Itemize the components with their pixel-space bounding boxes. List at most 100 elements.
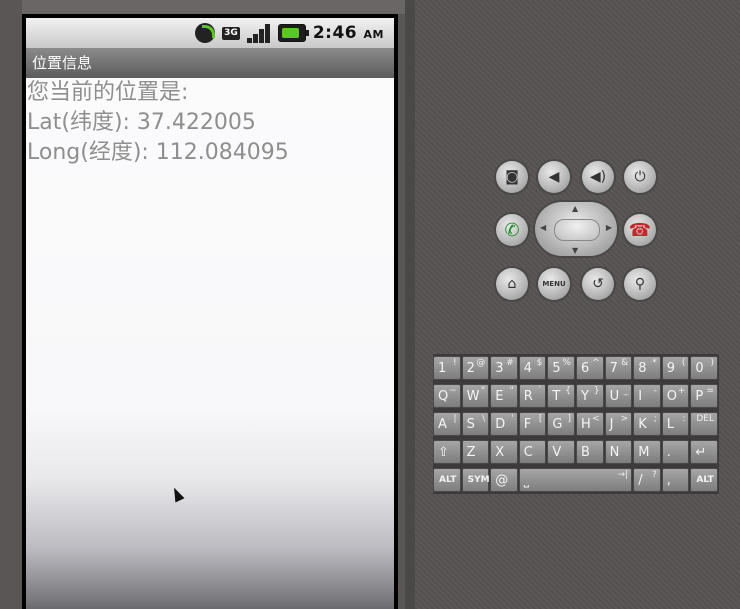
key-4-0-3[interactable]: 4 $ — [518, 356, 547, 380]
key-main-label: 4 — [523, 361, 533, 376]
power-icon: ⏻ — [634, 169, 646, 185]
key-alt-label: ) — [710, 358, 714, 368]
key-main-label: , — [666, 473, 671, 488]
key-main-label: A — [438, 417, 447, 432]
search-button[interactable]: ⚲ — [624, 268, 656, 300]
key-9-0-8[interactable]: 9( — [661, 356, 690, 380]
app-title: 位置信息 — [32, 54, 93, 72]
key-main-label: V — [552, 445, 562, 460]
key-n-3-6[interactable]: N — [604, 440, 633, 464]
key-main-label: O — [666, 389, 678, 404]
key-main-label: 7 — [609, 361, 618, 376]
key-e-1-2[interactable]: E " — [490, 384, 518, 408]
key-i-1-7[interactable]: I- — [633, 384, 661, 408]
key-symbol-3-8[interactable]: . — [661, 440, 690, 464]
key-d-2-2[interactable]: D ' — [490, 412, 518, 436]
key-k-2-7[interactable]: K; — [633, 412, 661, 436]
key-u-1-6[interactable]: U _ — [604, 384, 633, 408]
key-l-2-8[interactable]: L: — [661, 412, 690, 436]
camera-button[interactable]: ◙ — [496, 161, 528, 193]
key-alt-label: " — [481, 386, 486, 396]
dpad-up-icon: ▲ — [572, 204, 579, 213]
key-q-1-0[interactable]: Q ~ — [433, 384, 461, 408]
key-b-3-5[interactable]: B — [576, 440, 604, 464]
key-0-0-9[interactable]: 0) — [690, 356, 718, 380]
app-title-bar: 位置信息 — [26, 48, 394, 78]
phone-screen: 3G 2:46 AM 位置信息 您当前的位置是: Lat(纬度): 37.422… — [22, 14, 398, 609]
end-call-button[interactable]: ☎ — [624, 214, 656, 246]
key-main-label: 0 — [695, 361, 704, 376]
key-f-2-3[interactable]: F[ — [518, 412, 547, 436]
end-call-icon: ☎ — [628, 219, 652, 241]
key-alt-label: DEL — [696, 414, 714, 424]
call-button[interactable]: ✆ — [496, 214, 528, 246]
key-m-3-7[interactable]: M — [633, 440, 661, 464]
key-symbol-4-4[interactable]: /? — [633, 468, 661, 492]
key-r-1-3[interactable]: R ` — [518, 384, 547, 408]
key-o-1-8[interactable]: O + — [661, 384, 690, 408]
key-main-label: 9 — [666, 361, 676, 376]
dpad[interactable]: ▲ ▼ ◀ ▶ — [535, 202, 617, 256]
key-y-1-5[interactable]: Y} — [576, 384, 604, 408]
key-alt-4-6[interactable]: ALT — [690, 468, 718, 492]
key-5-0-4[interactable]: 5% — [547, 356, 575, 380]
key-8-0-7[interactable]: 8 * — [633, 356, 661, 380]
key-symbol-4-2[interactable]: @ — [490, 468, 518, 492]
key-symbol-4-5[interactable]: , — [661, 468, 690, 492]
key-6-0-5[interactable]: 6 ^ — [576, 356, 604, 380]
menu-button[interactable]: MENU — [538, 268, 570, 300]
home-button[interactable]: ⌂ — [496, 268, 528, 300]
battery-charging-icon — [277, 24, 309, 42]
search-icon: ⚲ — [634, 276, 646, 292]
dpad-left-icon: ◀ — [540, 223, 547, 232]
key-symbol-4-3[interactable]: ⎵ →| — [518, 468, 633, 492]
key-main-label: 6 — [581, 361, 590, 376]
key-main-label: J — [609, 417, 614, 432]
key-g-2-4[interactable]: G] — [547, 412, 575, 436]
key-z-3-1[interactable]: Z — [461, 440, 490, 464]
emulator-control-panel — [415, 0, 740, 609]
key-2-0-1[interactable]: 2 @ — [461, 356, 490, 380]
key-3-0-2[interactable]: 3 # — [490, 356, 518, 380]
key-s-2-1[interactable]: S \ — [461, 412, 490, 436]
key-alt-label: $ — [536, 358, 543, 368]
key-symbol-3-0[interactable]: ⇧ — [433, 440, 461, 464]
key-t-1-4[interactable]: T{ — [547, 384, 575, 408]
emulator-divider — [405, 0, 415, 609]
key-7-0-6[interactable]: 7 & — [604, 356, 633, 380]
key-p-1-9[interactable]: P = — [690, 384, 718, 408]
key-symbol-3-9[interactable]: ↵ — [690, 440, 718, 464]
key-alt-label: - — [653, 386, 657, 396]
key-w-1-1[interactable]: W " — [461, 384, 490, 408]
key-sym-4-1[interactable]: SYM — [461, 468, 490, 492]
key-alt-label: | — [453, 414, 457, 424]
status-icons: 3G 2:46 AM — [195, 21, 384, 45]
key-main-label: 5 — [552, 361, 561, 376]
key-main-label: F — [523, 417, 532, 432]
key-main-label: T — [552, 389, 561, 404]
key-x-3-2[interactable]: X — [490, 440, 518, 464]
volume-down-button[interactable]: ◀ — [538, 161, 570, 193]
volume-up-button[interactable]: ◀) — [582, 161, 614, 193]
key-alt-label: " — [509, 386, 514, 396]
key-main-label: ↵ — [695, 445, 707, 460]
back-button[interactable]: ↺ — [582, 268, 614, 300]
key-main-label: U — [609, 389, 620, 404]
app-content: 您当前的位置是: Lat(纬度): 37.422005 Long(经度): 11… — [26, 78, 394, 609]
dpad-center-button[interactable] — [554, 219, 600, 241]
key-1-0-0[interactable]: 1! — [433, 356, 461, 380]
key-h-2-5[interactable]: H < — [576, 412, 604, 436]
key-alt-label: →| — [617, 470, 629, 480]
power-button[interactable]: ⏻ — [624, 161, 656, 193]
key-j-2-6[interactable]: J > — [604, 412, 633, 436]
key-main-label: ALT — [696, 475, 714, 485]
mouse-cursor-icon — [169, 485, 185, 503]
key-v-3-4[interactable]: V — [547, 440, 575, 464]
key-del-2-9[interactable]: DEL — [690, 412, 718, 436]
hardware-keyboard: 1! 2 @3 #4 $5% 6 ^ 7 & 8 * 9(0) Q ~ W " E " R ` T{Y} U _ I - O + P =… — [433, 354, 719, 494]
key-alt-4-0[interactable]: ALT — [433, 468, 461, 492]
key-a-2-0[interactable]: A | — [433, 412, 461, 436]
key-c-3-3[interactable]: C — [518, 440, 547, 464]
key-alt-label: [ — [538, 414, 543, 424]
key-alt-label: ~ — [449, 386, 457, 396]
